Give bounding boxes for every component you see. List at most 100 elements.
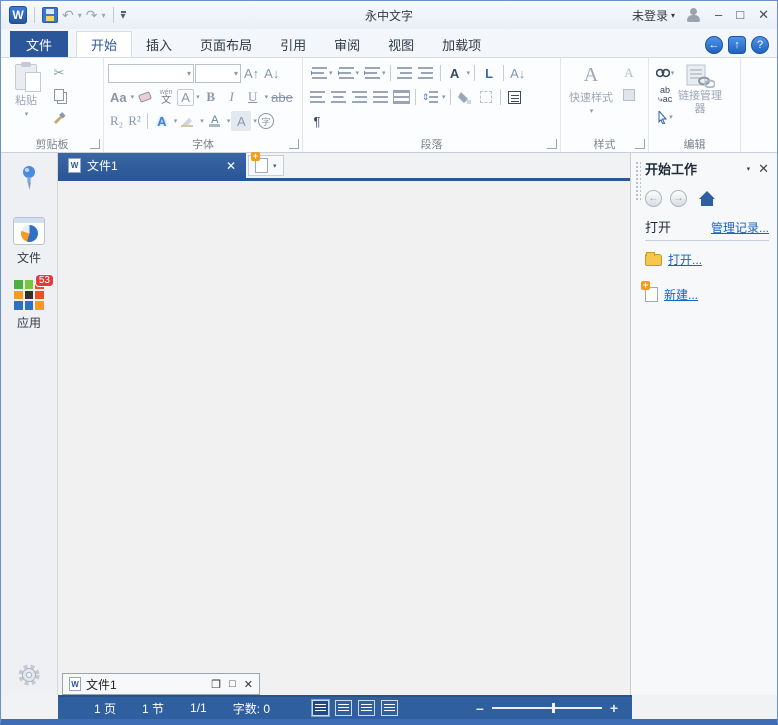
style-set-icon[interactable]: [619, 85, 639, 105]
find-icon[interactable]: ▾: [655, 63, 675, 83]
restore-icon[interactable]: ❐: [211, 678, 221, 691]
pane-back-icon[interactable]: ←: [645, 190, 662, 207]
align-right-icon[interactable]: [349, 87, 369, 107]
pane-close-icon[interactable]: ✕: [758, 161, 769, 177]
underline-icon[interactable]: U: [243, 87, 263, 107]
clear-formatting-icon[interactable]: [135, 87, 155, 107]
help-icon[interactable]: ?: [751, 36, 769, 54]
grow-font-icon[interactable]: A↑: [242, 63, 261, 83]
font-color-icon[interactable]: A: [205, 111, 225, 131]
cut-icon[interactable]: ✂: [49, 63, 69, 83]
replace-icon[interactable]: ab ⤷ac: [655, 85, 675, 105]
align-center-icon[interactable]: [328, 87, 348, 107]
user-avatar-icon[interactable]: [685, 7, 701, 23]
manage-records-link[interactable]: 管理记录...: [711, 219, 769, 236]
tab-review[interactable]: 审阅: [320, 31, 374, 57]
zoom-out-icon[interactable]: –: [476, 700, 484, 716]
pane-forward-icon[interactable]: →: [670, 190, 687, 207]
shrink-font-icon[interactable]: A↓: [262, 63, 281, 83]
maximize-button[interactable]: □: [736, 7, 744, 23]
sidebar-item-apps[interactable]: 53 应用: [14, 280, 44, 331]
phonetic-guide-icon[interactable]: wén 文: [156, 87, 176, 107]
tab-page-layout[interactable]: 页面布局: [186, 31, 266, 57]
multilevel-list-icon[interactable]: [360, 63, 380, 83]
redo-icon[interactable]: ↷: [86, 8, 98, 22]
subscript-icon[interactable]: R₂: [108, 111, 125, 131]
bullet-list-icon[interactable]: [307, 63, 327, 83]
customize-toolbar-icon[interactable]: ▾: [121, 11, 126, 20]
tab-addins[interactable]: 加载项: [428, 31, 495, 57]
dialog-launcher-icon[interactable]: [547, 139, 557, 149]
select-icon[interactable]: ▾: [655, 107, 675, 127]
new-document-button[interactable]: ▾: [248, 155, 284, 176]
draft-view-icon[interactable]: [358, 700, 375, 716]
zoom-slider-thumb[interactable]: [552, 703, 555, 713]
align-left-icon[interactable]: [307, 87, 327, 107]
decrease-indent-icon[interactable]: [395, 63, 415, 83]
text-direction-icon[interactable]: A: [445, 63, 465, 83]
open-file-row[interactable]: 打开...: [645, 251, 769, 268]
paste-button[interactable]: 粘贴 ▾: [5, 61, 47, 135]
tab-insert[interactable]: 插入: [132, 31, 186, 57]
tab-references[interactable]: 引用: [266, 31, 320, 57]
strikethrough-icon[interactable]: abe: [269, 87, 295, 107]
settings-gear-icon[interactable]: [17, 663, 41, 687]
app-icon[interactable]: W: [9, 6, 27, 24]
copy-icon[interactable]: [49, 85, 69, 105]
maximize-icon[interactable]: □: [229, 678, 236, 691]
show-marks-icon[interactable]: ¶: [307, 111, 327, 131]
save-icon[interactable]: [42, 7, 58, 23]
increase-indent-icon[interactable]: [416, 63, 436, 83]
tab-view[interactable]: 视图: [374, 31, 428, 57]
open-link[interactable]: 打开...: [668, 251, 702, 268]
dialog-launcher-icon[interactable]: [635, 139, 645, 149]
pane-grip[interactable]: [635, 161, 641, 201]
back-icon[interactable]: ←: [705, 36, 723, 54]
superscript-icon[interactable]: R²: [126, 111, 143, 131]
undo-dropdown-icon[interactable]: ▾: [78, 11, 82, 20]
borders-icon[interactable]: [476, 87, 496, 107]
link-manager-button[interactable]: 链接管理器: [677, 61, 723, 135]
line-spacing-icon[interactable]: ⇕: [420, 87, 440, 107]
new-link[interactable]: 新建...: [664, 286, 698, 303]
format-painter-icon[interactable]: [49, 107, 69, 127]
tab-file[interactable]: 文件: [10, 31, 68, 57]
zoom-slider[interactable]: [492, 707, 602, 709]
shading-icon[interactable]: [455, 87, 475, 107]
tab-stop-icon[interactable]: L: [479, 63, 499, 83]
justify-icon[interactable]: [370, 87, 390, 107]
sidebar-item-files[interactable]: 文件: [13, 217, 45, 266]
quick-styles-button[interactable]: A 快速样式 ▾: [565, 61, 617, 135]
read-mode-view-icon[interactable]: [381, 700, 398, 716]
character-style-icon[interactable]: A: [619, 63, 639, 83]
close-icon[interactable]: ✕: [244, 678, 253, 691]
font-name-combobox[interactable]: ▾: [108, 64, 194, 83]
zoom-in-icon[interactable]: +: [610, 700, 618, 716]
dialog-launcher-icon[interactable]: [90, 139, 100, 149]
pane-dropdown-icon[interactable]: ▾: [747, 165, 751, 173]
document-canvas[interactable]: W 文件1 ❐ □ ✕: [58, 181, 630, 695]
redo-dropdown-icon[interactable]: ▾: [101, 11, 105, 20]
web-layout-view-icon[interactable]: [335, 700, 352, 716]
word-count[interactable]: 字数: 0: [233, 700, 270, 717]
document-tab[interactable]: W 文件1 ✕: [58, 153, 246, 178]
pane-home-icon[interactable]: [699, 191, 717, 207]
new-file-row[interactable]: 新建...: [645, 286, 769, 303]
close-button[interactable]: ✕: [758, 7, 769, 23]
page-count[interactable]: 1 页: [94, 700, 116, 717]
italic-icon[interactable]: I: [222, 87, 242, 107]
page-ratio[interactable]: 1/1: [190, 701, 207, 715]
numbered-list-icon[interactable]: [334, 63, 354, 83]
highlight-icon[interactable]: [178, 111, 198, 131]
tab-home[interactable]: 开始: [76, 31, 132, 57]
paragraph-layout-icon[interactable]: [505, 87, 525, 107]
login-menu[interactable]: 未登录 ▾: [632, 7, 675, 24]
change-case-icon[interactable]: Aa: [108, 87, 129, 107]
bold-icon[interactable]: B: [201, 87, 221, 107]
dialog-launcher-icon[interactable]: [289, 139, 299, 149]
print-layout-view-icon[interactable]: [312, 700, 329, 716]
minimize-button[interactable]: –: [715, 7, 722, 23]
font-size-combobox[interactable]: ▾: [195, 64, 241, 83]
enclose-character-icon[interactable]: 字: [258, 113, 274, 129]
sort-icon[interactable]: A↓: [508, 63, 527, 83]
